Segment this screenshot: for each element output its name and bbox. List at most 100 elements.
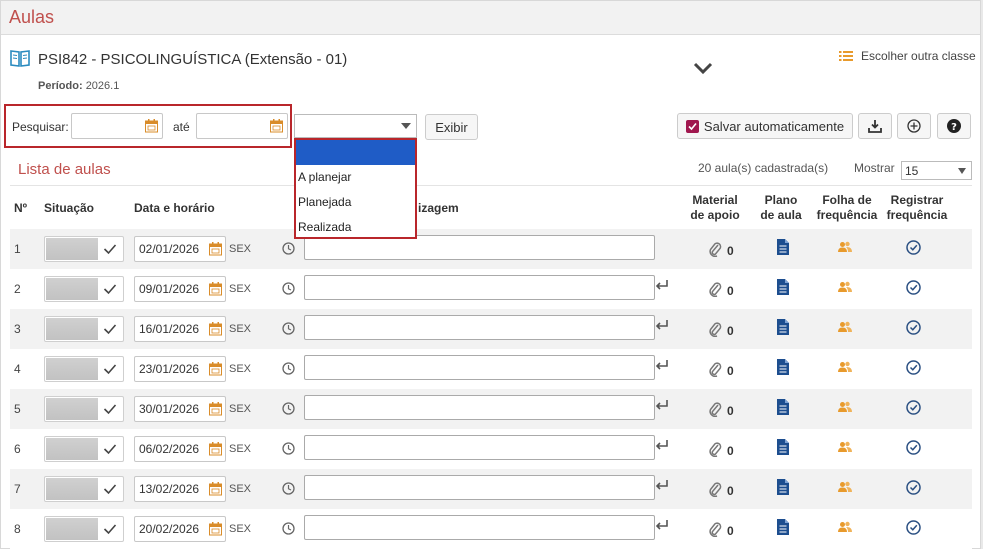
calendar-icon[interactable] <box>209 362 222 376</box>
people-icon[interactable] <box>838 281 852 293</box>
people-icon[interactable] <box>838 321 852 333</box>
chevron-down-icon[interactable] <box>691 59 715 77</box>
calendar-icon[interactable] <box>209 442 222 456</box>
clock-icon[interactable] <box>282 442 295 455</box>
check-circle-icon[interactable] <box>906 320 921 335</box>
status-toggle[interactable] <box>44 436 124 462</box>
status-toggle[interactable] <box>44 396 124 422</box>
lesson-date-input[interactable]: 30/01/2026 <box>134 396 226 422</box>
lesson-date-input[interactable]: 06/02/2026 <box>134 436 226 462</box>
calendar-icon[interactable] <box>209 322 222 336</box>
check-circle-icon[interactable] <box>906 480 921 495</box>
paperclip-icon[interactable] <box>708 361 722 377</box>
calendar-icon[interactable] <box>209 242 222 256</box>
lesson-content-input[interactable] <box>304 275 655 300</box>
people-icon[interactable] <box>838 521 852 533</box>
material-count: 0 <box>727 364 734 378</box>
people-icon[interactable] <box>838 241 852 253</box>
enter-icon[interactable] <box>655 480 669 490</box>
document-icon[interactable] <box>776 518 790 536</box>
clock-icon[interactable] <box>282 322 295 335</box>
check-circle-icon[interactable] <box>906 280 921 295</box>
download-button[interactable] <box>858 113 892 139</box>
lesson-date-input[interactable]: 16/01/2026 <box>134 316 226 342</box>
status-select[interactable] <box>294 114 417 138</box>
clock-icon[interactable] <box>282 402 295 415</box>
paperclip-icon[interactable] <box>708 441 722 457</box>
clock-icon[interactable] <box>282 242 295 255</box>
status-option-to-plan[interactable]: A planejar <box>296 165 415 190</box>
lesson-date-input[interactable]: 13/02/2026 <box>134 476 226 502</box>
people-icon[interactable] <box>838 361 852 373</box>
calendar-icon[interactable] <box>209 522 222 536</box>
document-icon[interactable] <box>776 238 790 256</box>
page-size-select[interactable]: 15 <box>901 161 972 180</box>
paperclip-icon[interactable] <box>708 241 722 257</box>
paperclip-icon[interactable] <box>708 521 722 537</box>
paperclip-icon[interactable] <box>708 281 722 297</box>
enter-icon[interactable] <box>655 520 669 530</box>
clock-icon[interactable] <box>282 282 295 295</box>
check-circle-icon[interactable] <box>906 520 921 535</box>
autosave-toggle[interactable]: Salvar automaticamente <box>677 113 853 139</box>
status-option-done[interactable]: Realizada <box>296 215 415 240</box>
date-to-input[interactable] <box>196 113 288 139</box>
clock-icon[interactable] <box>282 362 295 375</box>
lesson-content-input[interactable] <box>304 395 655 420</box>
calendar-icon[interactable] <box>145 119 158 133</box>
help-button[interactable]: ? <box>937 113 971 139</box>
people-icon[interactable] <box>838 441 852 453</box>
document-icon[interactable] <box>776 318 790 336</box>
people-icon[interactable] <box>838 401 852 413</box>
lesson-date-input[interactable]: 09/01/2026 <box>134 276 226 302</box>
enter-icon[interactable] <box>655 280 669 290</box>
paperclip-icon[interactable] <box>708 401 722 417</box>
clock-icon[interactable] <box>282 522 295 535</box>
checkbox-checked-icon[interactable] <box>685 119 699 133</box>
lesson-date-input[interactable]: 20/02/2026 <box>134 516 226 542</box>
enter-icon[interactable] <box>655 440 669 450</box>
calendar-icon[interactable] <box>209 482 222 496</box>
check-circle-icon[interactable] <box>906 400 921 415</box>
calendar-icon[interactable] <box>270 119 283 133</box>
lesson-date-input[interactable]: 02/01/2026 <box>134 236 226 262</box>
calendar-icon[interactable] <box>209 402 222 416</box>
add-button[interactable] <box>897 113 931 139</box>
date-from-input[interactable] <box>71 113 163 139</box>
check-circle-icon[interactable] <box>906 360 921 375</box>
check-circle-icon[interactable] <box>906 240 921 255</box>
people-icon[interactable] <box>838 481 852 493</box>
paperclip-icon[interactable] <box>708 321 722 337</box>
show-button[interactable]: Exibir <box>425 114 478 140</box>
check-icon <box>103 444 117 455</box>
lesson-date-input[interactable]: 23/01/2026 <box>134 356 226 382</box>
lesson-content-input[interactable] <box>304 435 655 460</box>
autosave-label: Salvar automaticamente <box>703 118 845 134</box>
check-circle-icon[interactable] <box>906 440 921 455</box>
lesson-content-input[interactable] <box>304 315 655 340</box>
status-option-empty[interactable] <box>296 140 415 165</box>
calendar-icon[interactable] <box>209 282 222 296</box>
lesson-content-input[interactable] <box>304 515 655 540</box>
status-toggle[interactable] <box>44 516 124 542</box>
lesson-content-input[interactable] <box>304 475 655 500</box>
status-toggle[interactable] <box>44 236 124 262</box>
enter-icon[interactable] <box>655 320 669 330</box>
status-toggle[interactable] <box>44 356 124 382</box>
status-toggle[interactable] <box>44 476 124 502</box>
document-icon[interactable] <box>776 478 790 496</box>
enter-icon[interactable] <box>655 400 669 410</box>
document-icon[interactable] <box>776 358 790 376</box>
document-icon[interactable] <box>776 278 790 296</box>
enter-icon[interactable] <box>655 360 669 370</box>
choose-class-link[interactable]: Escolher outra classe <box>839 49 976 63</box>
status-option-planned[interactable]: Planejada <box>296 190 415 215</box>
lesson-content-input[interactable] <box>304 355 655 380</box>
status-toggle[interactable] <box>44 276 124 302</box>
clock-icon[interactable] <box>282 482 295 495</box>
paperclip-icon[interactable] <box>708 481 722 497</box>
document-icon[interactable] <box>776 438 790 456</box>
material-count: 0 <box>727 524 734 538</box>
status-toggle[interactable] <box>44 316 124 342</box>
document-icon[interactable] <box>776 398 790 416</box>
